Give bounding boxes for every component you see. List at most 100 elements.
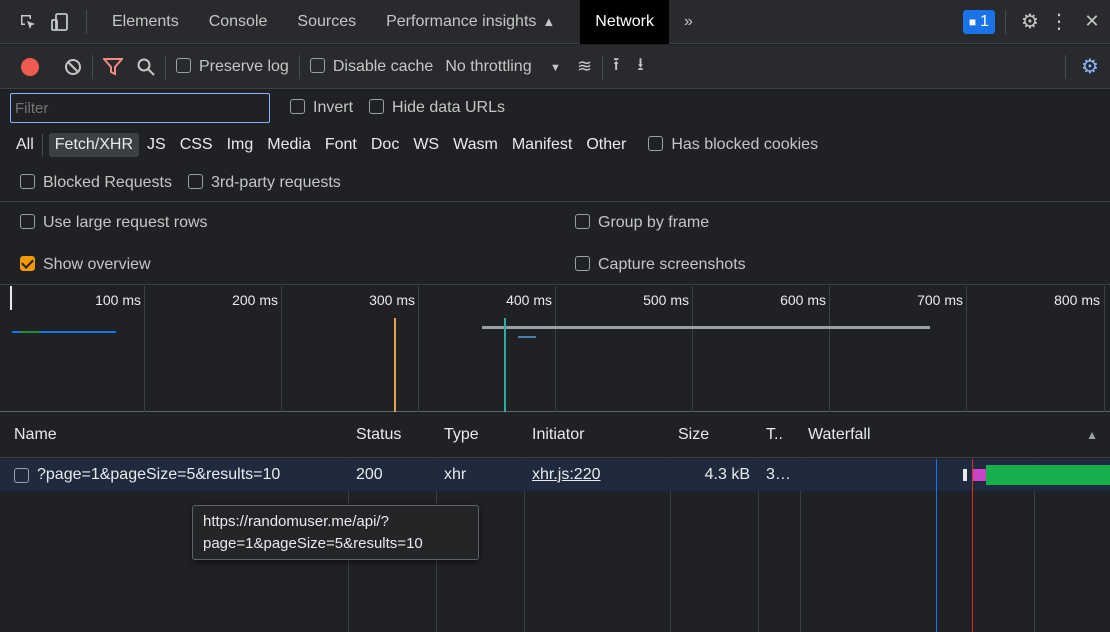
- tooltip-line-2: page=1&pageSize=5&results=10: [203, 535, 423, 552]
- show-overview-label: Show overview: [43, 255, 151, 273]
- type-filter-ws[interactable]: WS: [407, 133, 445, 157]
- filter-input[interactable]: [10, 93, 270, 123]
- request-type: xhr: [444, 466, 467, 483]
- overview-tick: 200 ms: [232, 292, 278, 308]
- type-filter-media[interactable]: Media: [261, 133, 317, 157]
- settings-gear-icon[interactable]: ⚙: [1016, 9, 1044, 34]
- type-filter-img[interactable]: Img: [221, 133, 260, 157]
- request-size: 4.3 kB: [704, 466, 750, 483]
- third-party-checkbox[interactable]: 3rd-party requests: [187, 173, 341, 192]
- network-settings-row-2: Show overview Capture screenshots: [0, 245, 1110, 285]
- network-settings-row-1: Use large request rows Group by frame: [0, 203, 1110, 243]
- throttling-select[interactable]: No throttling ▼: [445, 58, 561, 76]
- kebab-menu-icon[interactable]: ⋮: [1044, 9, 1074, 34]
- divider: [1065, 54, 1066, 79]
- invert-label: Invert: [313, 99, 354, 116]
- column-header-waterfall[interactable]: Waterfall: [800, 413, 1060, 457]
- overview-tick: 800 ms: [1054, 292, 1100, 308]
- type-filter-css[interactable]: CSS: [174, 133, 219, 157]
- sort-ascending-icon[interactable]: ▲: [1086, 428, 1098, 442]
- type-filter-doc[interactable]: Doc: [365, 133, 405, 157]
- blocked-requests-label: Blocked Requests: [43, 173, 172, 191]
- record-button[interactable]: [20, 57, 40, 77]
- throttling-value: No throttling: [445, 57, 532, 75]
- type-filter-fetch-xhr[interactable]: Fetch/XHR: [48, 133, 140, 157]
- inspect-element-icon[interactable]: [12, 13, 44, 31]
- issues-count: 1: [980, 12, 989, 30]
- overview-tick: 700 ms: [917, 292, 963, 308]
- tab-performance-insights[interactable]: Performance insights ▲: [371, 0, 570, 44]
- capture-screenshots-checkbox[interactable]: Capture screenshots: [575, 255, 746, 274]
- capture-screenshots-label: Capture screenshots: [598, 255, 746, 273]
- blocked-requests-checkbox[interactable]: Blocked Requests: [20, 173, 172, 192]
- divider: [298, 54, 300, 79]
- type-filter-js[interactable]: JS: [141, 133, 172, 157]
- overview-bar-small: [518, 336, 536, 338]
- network-overview[interactable]: 100 ms 200 ms 300 ms 400 ms 500 ms 600 m…: [0, 286, 1110, 412]
- preserve-log-checkbox[interactable]: Preserve log: [176, 57, 289, 76]
- column-header-time[interactable]: T..: [758, 413, 800, 457]
- group-by-frame-label: Group by frame: [598, 214, 710, 231]
- request-checkbox[interactable]: [14, 467, 29, 483]
- type-filter-all[interactable]: All: [10, 133, 40, 157]
- import-har-icon[interactable]: ⭱: [613, 52, 619, 82]
- overview-tick: 500 ms: [643, 292, 689, 308]
- divider: [41, 134, 43, 156]
- overview-window-handle[interactable]: [10, 286, 12, 310]
- waterfall-queue-segment: [963, 469, 967, 481]
- filter-bar: Invert Hide data URLs: [0, 90, 1110, 126]
- tab-console[interactable]: Console: [194, 0, 283, 44]
- request-status: 200: [356, 466, 383, 483]
- gridline: [1104, 286, 1105, 412]
- table-row[interactable]: ?page=1&pageSize=5&results=10 200 xhr xh…: [0, 459, 1110, 491]
- column-header-initiator[interactable]: Initiator: [524, 413, 670, 457]
- divider: [602, 54, 604, 79]
- tab-elements[interactable]: Elements: [97, 0, 194, 44]
- network-settings-gear-icon[interactable]: ⚙: [1076, 54, 1104, 79]
- tooltip-line-1: https://randomuser.me/api/?: [203, 513, 389, 530]
- request-name-cell[interactable]: ?page=1&pageSize=5&results=10: [0, 459, 348, 491]
- gridline: [281, 286, 282, 412]
- request-time: 3…: [766, 466, 791, 483]
- has-blocked-cookies-checkbox[interactable]: Has blocked cookies: [648, 136, 818, 154]
- request-initiator-link[interactable]: xhr.js:220: [524, 459, 670, 491]
- network-conditions-icon[interactable]: ≋: [577, 56, 592, 77]
- request-table-header: Name Status Type Initiator Size T.. Wate…: [0, 413, 1110, 458]
- search-icon[interactable]: [137, 58, 155, 76]
- waterfall-dom-content-loaded-line: [936, 459, 937, 632]
- resource-type-filters: All Fetch/XHR JS CSS Img Media Font Doc …: [0, 126, 1110, 164]
- type-filter-other[interactable]: Other: [580, 133, 632, 157]
- close-icon[interactable]: ✕: [1074, 11, 1110, 32]
- invert-checkbox[interactable]: Invert: [290, 99, 353, 117]
- column-header-status[interactable]: Status: [348, 413, 436, 457]
- gridline: [692, 286, 693, 412]
- has-blocked-cookies-label: Has blocked cookies: [671, 136, 819, 153]
- divider: [86, 9, 87, 34]
- type-filter-wasm[interactable]: Wasm: [447, 133, 504, 157]
- filter-icon[interactable]: [103, 57, 123, 76]
- disable-cache-checkbox[interactable]: Disable cache: [309, 57, 433, 76]
- column-header-name[interactable]: Name: [0, 413, 348, 457]
- export-har-icon[interactable]: ⭳: [637, 52, 643, 82]
- overview-bar-green: [20, 331, 40, 333]
- device-toolbar-icon[interactable]: [44, 12, 76, 32]
- column-header-type[interactable]: Type: [436, 413, 524, 457]
- tab-network[interactable]: Network: [580, 0, 669, 44]
- divider: [165, 54, 166, 79]
- overview-tick: 300 ms: [369, 292, 415, 308]
- type-filter-manifest[interactable]: Manifest: [506, 133, 578, 157]
- large-rows-checkbox[interactable]: Use large request rows: [20, 214, 575, 232]
- column-header-size[interactable]: Size: [670, 413, 758, 457]
- large-rows-label: Use large request rows: [43, 214, 208, 231]
- more-tabs-button[interactable]: »: [669, 0, 708, 44]
- show-overview-checkbox[interactable]: Show overview: [20, 255, 575, 274]
- issues-badge[interactable]: ■ 1: [962, 9, 995, 34]
- group-by-frame-checkbox[interactable]: Group by frame: [575, 214, 709, 232]
- flask-icon: ▲: [542, 14, 556, 29]
- type-filter-font[interactable]: Font: [319, 133, 363, 157]
- divider: [1005, 9, 1006, 34]
- hide-data-urls-checkbox[interactable]: Hide data URLs: [369, 99, 505, 117]
- clear-icon[interactable]: [64, 58, 82, 76]
- chevron-down-icon: ▼: [550, 61, 561, 74]
- tab-sources[interactable]: Sources: [282, 0, 371, 44]
